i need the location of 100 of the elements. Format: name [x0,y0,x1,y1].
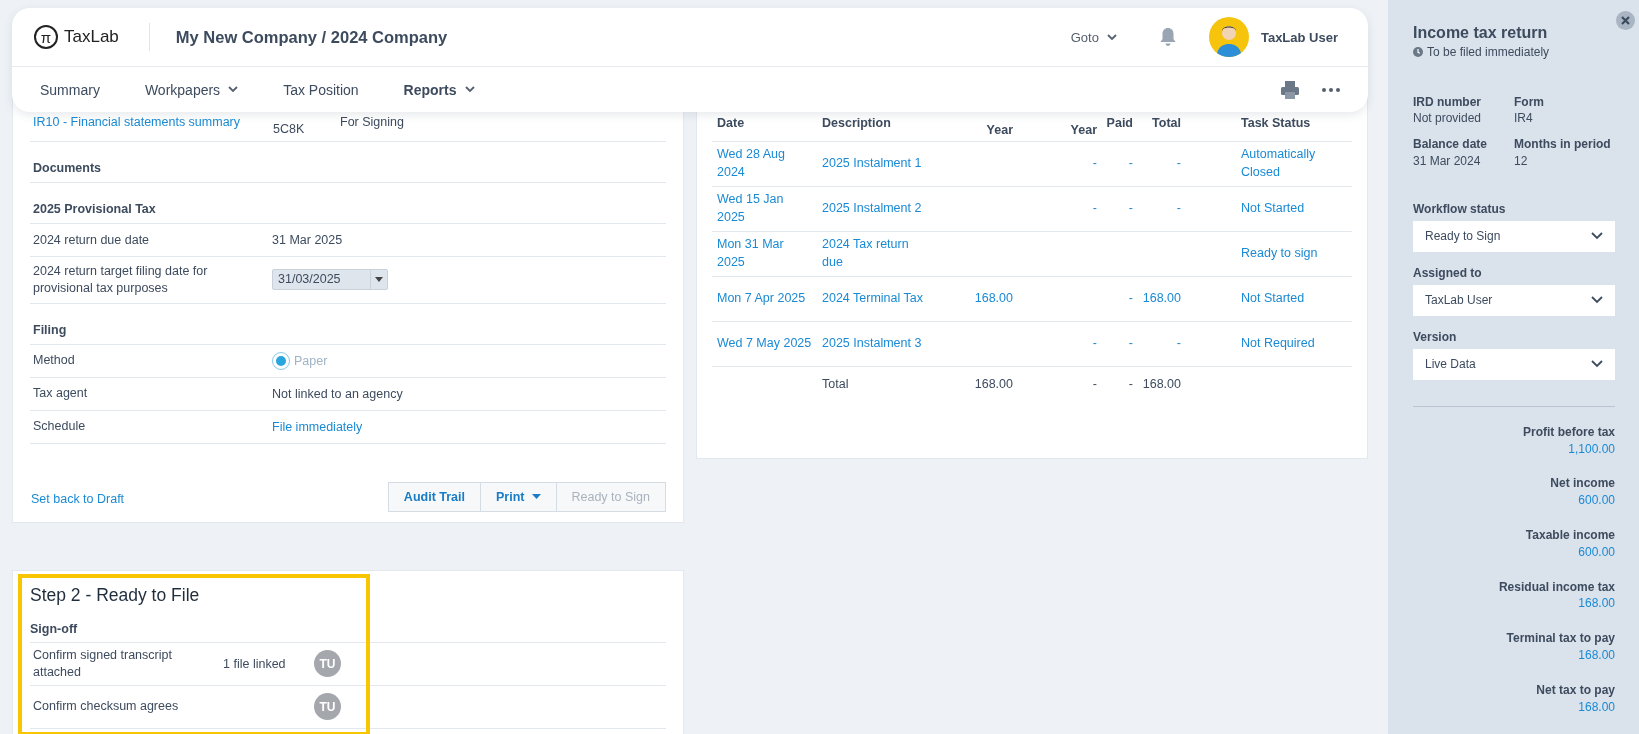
date-field[interactable]: 31/03/2025 [272,269,388,291]
select-label: Workflow status [1413,201,1507,216]
summary-value: 600.00 [1577,492,1615,509]
more-icon[interactable] [1322,87,1340,92]
nav-tab[interactable]: Tax Position [269,81,383,98]
section-heading: Filing [33,322,67,337]
caret-icon [375,277,383,283]
radio-option[interactable]: Paper [272,351,328,370]
nav-tab[interactable]: Reports [389,81,499,98]
bell-icon[interactable] [1158,27,1177,47]
step-title: Step 2 - Ready to File [30,584,201,606]
table-cell-text: - [1175,334,1181,352]
close-button[interactable] [1616,11,1635,30]
table-cell[interactable]: 2025 Instalment 3 [822,334,926,353]
goto-dropdown[interactable]: Goto [1070,29,1117,45]
table-cell[interactable]: Not Started [1241,289,1347,308]
initials-badge[interactable]: TU [314,650,341,678]
signoff-label: Confirm checksum agrees [33,698,180,716]
table-cell-text: Total [822,376,850,394]
sidebar-subtitle: To be filed immediately [1427,45,1550,59]
fact-label: Balance date [1413,136,1489,153]
summary-label: Terminal tax to pay [1505,630,1615,647]
table-cell[interactable]: Ready to sign [1241,244,1347,263]
fact-label: Months in period [1514,136,1612,153]
field-value: Not linked to an agency [272,386,403,401]
table-cell-text: 168.00 [1141,376,1181,394]
action-button[interactable]: Print [480,481,558,512]
fact-value: Not provided [1413,110,1483,127]
table-cell[interactable]: Not Started [1241,199,1347,218]
section-heading: Sign-off [30,621,666,643]
table-cell-text: - [1091,334,1097,352]
select-label: Assigned to [1413,265,1483,280]
fact-label: Form [1514,94,1545,111]
table-cell[interactable]: Mon 7 Apr 2025 [717,289,812,308]
fact-value: IR4 [1514,110,1534,127]
table-cell[interactable]: Mon 31 Mar 2025 [717,236,812,271]
field-label: 2024 return target filing date for provisional tax purposes [33,263,209,297]
summary-label: Residual income tax [1497,578,1615,596]
nav-tab[interactable]: Workpapers [130,81,263,98]
summary-value: 1,100.00 [1567,440,1615,458]
summary-label: Net tax to pay [1535,681,1615,699]
action-button[interactable]: Audit Trail [387,481,481,512]
table-cell[interactable]: Wed 7 May 2025 [717,334,812,353]
table-cell-text: - [1127,334,1133,352]
chevron-down-icon [1591,360,1603,369]
avatar-icon[interactable] [1208,17,1249,57]
table-cell[interactable]: Wed 28 Aug 2024 [717,146,812,181]
summary-value: 168.00 [1577,646,1615,664]
summary-value: 600.00 [1577,543,1615,561]
table-cell-text: - [1127,289,1133,307]
table-cell[interactable]: 2025 Instalment 1 [822,154,926,173]
summary-label: Taxable income [1524,526,1615,544]
summary-label: Net income [1549,475,1615,493]
sidebar-title: Income tax return [1413,24,1549,42]
table-cell-text: - [1175,199,1181,217]
select-field[interactable]: TaxLab User [1413,284,1615,316]
printer-icon[interactable] [1280,79,1300,100]
clock-icon [1413,47,1423,57]
field-label: Schedule [33,418,87,436]
table-cell[interactable]: 2025 Instalment 2 [822,199,926,218]
document-code: 5C8K [273,121,306,136]
signoff-label: Confirm signed transcript attached [33,646,173,681]
logo-icon: π [34,25,58,49]
table-cell-text: 168.00 [973,376,1013,394]
chevron-down-icon [1591,232,1603,241]
table-cell-text: 168.00 [1141,289,1181,307]
nav-tab[interactable]: Summary [26,81,124,98]
table-cell[interactable]: 2024 Tax return due [822,236,926,271]
set-back-link[interactable]: Set back to Draft [31,481,125,506]
summary-label: Profit before tax [1522,423,1615,441]
section-heading: 2025 Provisional Tax [33,202,156,216]
schedule-link[interactable]: File immediately [272,419,363,434]
select-label: Version [1413,329,1458,344]
table-cell[interactable]: Wed 15 Jan 2025 [717,191,812,226]
fact-value: 31 Mar 2024 [1413,152,1482,169]
field-label: 2024 return due date [33,231,151,249]
field-value: 31 Mar 2025 [272,233,343,247]
table-cell-text: - [1091,199,1097,217]
table-cell[interactable]: 2024 Terminal Tax [822,289,926,308]
table-cell-text: - [1091,154,1097,172]
select-field[interactable]: Ready to Sign [1413,220,1615,252]
signoff-note: 1 file linked [223,656,287,671]
user-name[interactable]: TaxLab User [1260,29,1338,45]
table-cell-text: - [1091,376,1097,394]
chevron-down-icon [1591,296,1603,305]
document-link[interactable]: IR10 - Financial statements summary [33,115,273,129]
document-status: For Signing [340,115,404,129]
select-field[interactable]: Live Data [1413,348,1615,380]
fact-value: 12 [1514,152,1529,169]
section-heading: Documents [33,161,102,175]
close-icon [1621,16,1630,25]
table-cell-text: 168.00 [973,289,1013,307]
logo-text: TaxLab [64,27,119,47]
table-cell-text: - [1127,199,1133,217]
fact-label: IRD number [1413,94,1482,111]
table-cell[interactable]: Automatically Closed [1241,146,1347,181]
table-cell[interactable]: Not Required [1241,334,1347,353]
chevron-down-icon [1106,33,1117,41]
summary-value: 168.00 [1577,698,1615,716]
initials-badge[interactable]: TU [314,693,341,721]
